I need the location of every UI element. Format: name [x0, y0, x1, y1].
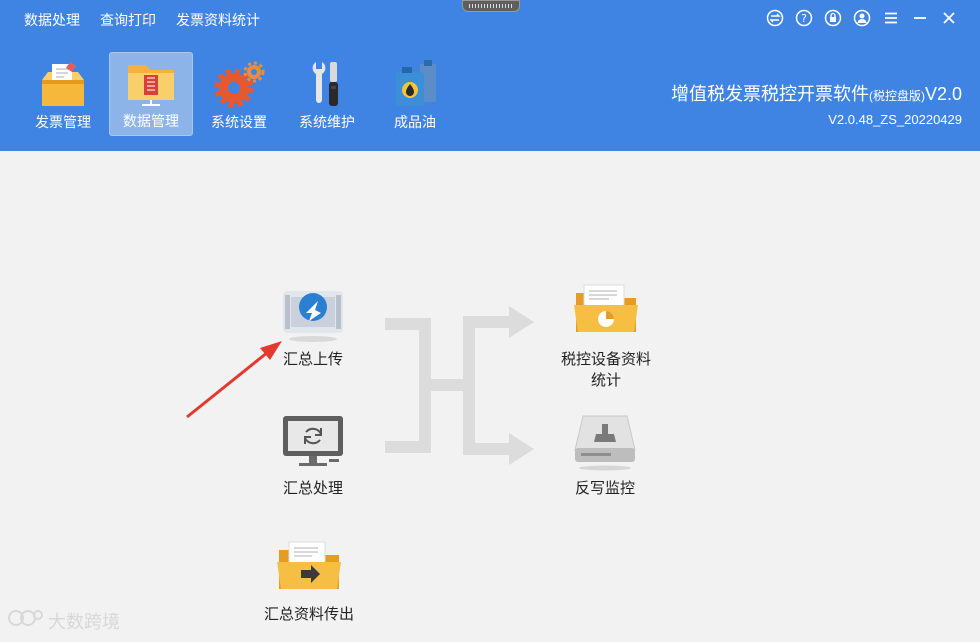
toolbar-label: 数据管理: [123, 113, 179, 129]
toolbar-data-management[interactable]: 数据管理: [109, 52, 193, 136]
app-title: 增值税发票税控开票软件(税控盘版)V2.0: [671, 80, 962, 106]
drag-grip[interactable]: [462, 0, 520, 12]
app-edition: (税控盘版): [868, 89, 925, 103]
folder-chart-icon: [570, 283, 642, 343]
main-toolbar: 发票管理 数据管理 系统设置 系统维护 成品油: [21, 52, 457, 136]
oil-can-icon: [386, 58, 444, 110]
brand: 增值税发票税控开票软件(税控盘版)V2.0 V2.0.48_ZS_2022042…: [671, 80, 962, 127]
toolbar-label: 成品油: [394, 114, 436, 130]
toolbar-label: 系统维护: [299, 114, 355, 130]
function-label: 反写监控: [574, 480, 635, 497]
function-label: 税控设备资料统计: [560, 351, 651, 389]
menu-icon[interactable]: [882, 9, 900, 27]
toolbar-label: 系统设置: [211, 114, 267, 130]
red-pointer-arrow: [186, 341, 282, 419]
toolbar-label: 发票管理: [35, 114, 91, 130]
menu-invoice-stats[interactable]: 发票资料统计: [176, 10, 260, 30]
toolbar-system-maintenance[interactable]: 系统维护: [285, 52, 369, 136]
app-version: V2.0.48_ZS_20220429: [828, 112, 962, 127]
write-back-monitor[interactable]: 反写监控: [569, 412, 641, 499]
data-folder-icon: [122, 57, 180, 109]
menu-query-print[interactable]: 查询打印: [100, 10, 156, 30]
gears-icon: [210, 58, 268, 110]
invoice-box-icon: [34, 58, 92, 110]
tools-icon: [298, 58, 356, 110]
summary-process[interactable]: 汇总处理: [277, 412, 349, 499]
monitor-upload-icon: [277, 283, 349, 343]
app-title-main: 增值税发票税控开票软件: [670, 84, 869, 104]
close-icon[interactable]: [940, 9, 958, 27]
minimize-icon[interactable]: [911, 9, 929, 27]
watermark-text: 大数跨境: [48, 611, 120, 632]
menu-data-processing[interactable]: 数据处理: [24, 10, 80, 30]
watermark: 大数跨境: [8, 607, 120, 634]
summary-upload[interactable]: 汇总上传: [277, 283, 349, 370]
top-menu: 数据处理 查询打印 发票资料统计: [24, 10, 260, 30]
drive-broom-icon: [569, 412, 641, 472]
function-label: 汇总资料传出: [264, 606, 355, 623]
tax-device-stats[interactable]: 税控设备资料统计: [556, 283, 656, 391]
folder-export-icon: [273, 538, 345, 598]
function-label: 汇总处理: [282, 480, 343, 497]
svg-text:?: ?: [801, 12, 807, 25]
toolbar-system-settings[interactable]: 系统设置: [197, 52, 281, 136]
function-label: 汇总上传: [282, 351, 343, 368]
toolbar-invoice-management[interactable]: 发票管理: [21, 52, 105, 136]
window-controls: ?: [766, 9, 958, 27]
summary-export[interactable]: 汇总资料传出: [264, 538, 354, 625]
toolbar-refined-oil[interactable]: 成品油: [373, 52, 457, 136]
switch-icon[interactable]: [766, 9, 784, 27]
lock-icon[interactable]: [824, 9, 842, 27]
watermark-logo-icon: [8, 607, 44, 634]
header-bar: 数据处理 查询打印 发票资料统计 ? 发票管理 数据管理 系统设置 系统维护 成…: [0, 0, 980, 151]
monitor-refresh-icon: [277, 412, 349, 472]
help-icon[interactable]: ?: [795, 9, 813, 27]
user-icon[interactable]: [853, 9, 871, 27]
app-title-suffix: V2.0: [924, 84, 962, 104]
